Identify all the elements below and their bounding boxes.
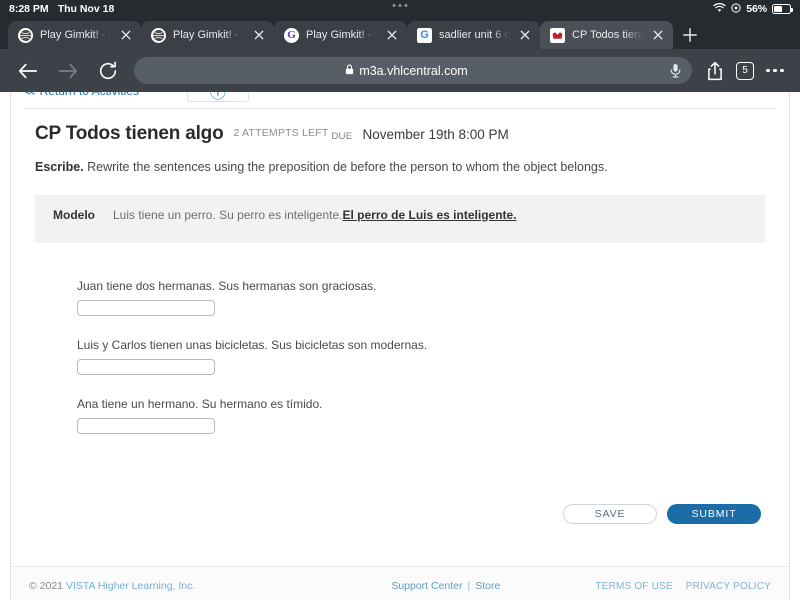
tab-title: Play Gimkit! - Enter g	[40, 29, 112, 41]
microphone-icon[interactable]	[669, 63, 682, 78]
due-label: DUE	[331, 131, 352, 142]
footer-center-links: Support Center | Store	[391, 580, 500, 592]
status-date: Thu Nov 18	[58, 3, 115, 15]
copyright-company: VISTA Higher Learning, Inc.	[66, 580, 195, 592]
copyright-text: © 2021 VISTA Higher Learning, Inc.	[29, 580, 195, 592]
battery-icon	[772, 4, 791, 14]
status-bar: 8:28 PM Thu Nov 18	[0, 0, 800, 18]
browser-tab-2[interactable]: Play Gimkit! - Enter g	[141, 21, 274, 49]
new-tab-button[interactable]	[673, 21, 707, 49]
list-item: Juan tiene dos hermanas. Sus hermanas so…	[77, 279, 765, 316]
page-title: CP Todos tienen algo	[35, 123, 223, 145]
browser-tab-3[interactable]: G Play Gimkit! - Enter g	[274, 21, 407, 49]
back-arrow-icon[interactable]	[8, 51, 48, 91]
browser-tab-5-active[interactable]: CP Todos tienen algo	[540, 21, 673, 49]
web-page: ≪ Return to Activities ⓘ CP Todos tienen…	[0, 76, 800, 600]
item-sentence: Luis y Carlos tienen unas bicicletas. Su…	[77, 338, 765, 352]
globe-icon	[151, 28, 166, 43]
modelo-label: Modelo	[53, 208, 95, 222]
tab-title: Play Gimkit! - Enter g	[173, 29, 245, 41]
close-icon[interactable]	[252, 28, 266, 42]
copyright-symbol: © 2021	[29, 580, 66, 592]
list-item: Ana tiene un hermano. Su hermano es tími…	[77, 397, 765, 434]
vhl-icon	[550, 28, 565, 43]
reload-icon[interactable]	[88, 51, 128, 91]
close-icon[interactable]	[651, 28, 665, 42]
footer-right-links: TERMS OF USE PRIVACY POLICY	[595, 581, 771, 592]
tab-strip: Play Gimkit! - Enter g Play Gimkit! - En…	[0, 18, 800, 49]
tab-title: CP Todos tienen algo	[572, 29, 644, 41]
tab-count-button[interactable]: 5	[730, 56, 760, 86]
privacy-policy-link[interactable]: PRIVACY POLICY	[686, 581, 771, 592]
status-bar-left: 8:28 PM Thu Nov 18	[9, 3, 114, 15]
due-date: November 19th 8:00 PM	[362, 127, 508, 142]
page-footer: © 2021 VISTA Higher Learning, Inc. Suppo…	[11, 566, 789, 600]
url-bar[interactable]: m3a.vhlcentral.com	[134, 57, 692, 84]
attempts-left-label: 2 ATTEMPTS LEFT	[233, 127, 328, 139]
location-icon	[731, 3, 741, 16]
submit-button[interactable]: SUBMIT	[667, 504, 761, 524]
exercise-list: Juan tiene dos hermanas. Sus hermanas so…	[25, 243, 775, 434]
browser-tab-1[interactable]: Play Gimkit! - Enter g	[8, 21, 141, 49]
globe-icon	[18, 28, 33, 43]
google-g-icon: G	[417, 28, 432, 43]
url-text: m3a.vhlcentral.com	[359, 64, 467, 78]
answer-input-3[interactable]	[77, 418, 215, 434]
list-item: Luis y Carlos tienen unas bicicletas. Su…	[77, 338, 765, 375]
wifi-icon	[713, 3, 726, 16]
close-icon[interactable]	[518, 28, 532, 42]
tab-count-label: 5	[736, 62, 754, 80]
browser-toolbar: m3a.vhlcentral.com 5	[0, 49, 800, 92]
activity-instructions: Escribe. Rewrite the sentences using the…	[25, 145, 775, 177]
store-link[interactable]: Store	[475, 580, 500, 592]
gimkit-g-icon: G	[284, 28, 299, 43]
instruction-lead: Escribe.	[35, 160, 84, 174]
activity-header: CP Todos tienen algo 2 ATTEMPTS LEFT DUE…	[25, 109, 775, 145]
status-center-dots	[393, 4, 408, 7]
browser-tab-4[interactable]: G sadlier unit 6 quizlet	[407, 21, 540, 49]
forward-arrow-icon	[48, 51, 88, 91]
terms-of-use-link[interactable]: TERMS OF USE	[595, 581, 672, 592]
footer-separator: |	[468, 580, 471, 592]
share-icon[interactable]	[700, 56, 730, 86]
modelo-text: Luis tiene un perro. Su perro es intelig…	[113, 208, 517, 222]
lock-icon	[345, 62, 354, 80]
page-content-panel: ≪ Return to Activities ⓘ CP Todos tienen…	[10, 76, 790, 600]
support-center-link[interactable]: Support Center	[391, 580, 462, 592]
more-options-icon[interactable]	[760, 56, 790, 86]
activity-content: CP Todos tienen algo 2 ATTEMPTS LEFT DUE…	[11, 108, 789, 524]
modelo-box: Modelo Luis tiene un perro. Su perro es …	[35, 195, 765, 243]
answer-input-2[interactable]	[77, 359, 215, 375]
action-buttons: SAVE SUBMIT	[25, 456, 775, 524]
item-sentence: Ana tiene un hermano. Su hermano es tími…	[77, 397, 765, 411]
browser-window: ≪ Return to Activities ⓘ CP Todos tienen…	[0, 0, 800, 600]
modelo-prompt: Luis tiene un perro. Su perro es intelig…	[113, 208, 342, 222]
answer-input-1[interactable]	[77, 300, 215, 316]
item-sentence: Juan tiene dos hermanas. Sus hermanas so…	[77, 279, 765, 293]
url-display: m3a.vhlcentral.com	[144, 62, 669, 80]
battery-percentage: 56%	[746, 3, 767, 15]
tab-title: sadlier unit 6 quizlet	[439, 29, 511, 41]
status-time: 8:28 PM	[9, 3, 49, 15]
modelo-answer: El perro de Luis es inteligente.	[342, 208, 516, 222]
close-icon[interactable]	[385, 28, 399, 42]
close-icon[interactable]	[119, 28, 133, 42]
browser-chrome: 8:28 PM Thu Nov 18	[0, 0, 800, 92]
status-bar-right: 56%	[713, 3, 791, 16]
instruction-body: Rewrite the sentences using the preposit…	[87, 160, 607, 174]
save-button[interactable]: SAVE	[563, 504, 657, 524]
tab-title: Play Gimkit! - Enter g	[306, 29, 378, 41]
